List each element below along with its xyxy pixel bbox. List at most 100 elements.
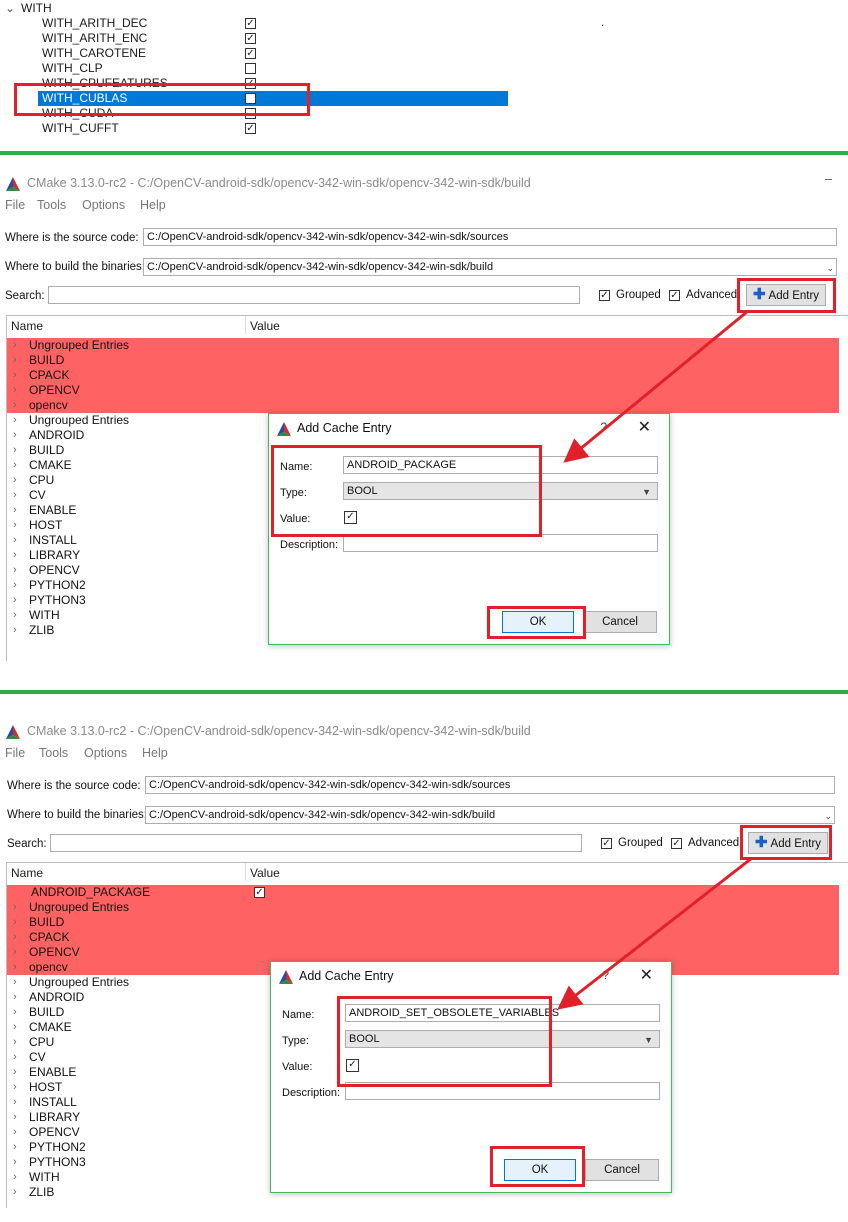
chevron-right-icon[interactable]: › xyxy=(13,1050,17,1065)
chevron-right-icon[interactable]: › xyxy=(13,1035,17,1050)
ok-button[interactable]: OK xyxy=(502,611,574,633)
menu-help[interactable]: Help xyxy=(140,198,166,212)
chevron-right-icon[interactable]: › xyxy=(13,1185,17,1200)
chevron-right-icon[interactable]: › xyxy=(13,518,17,533)
list-item[interactable]: WITH_ARITH_ENC ✓ xyxy=(0,31,508,46)
table-row[interactable]: › BUILD xyxy=(7,915,839,930)
list-item[interactable]: WITH_CUBLAS xyxy=(38,91,508,106)
new-entry-checkbox[interactable]: ✓ xyxy=(254,887,265,898)
list-item[interactable]: WITH_CLP xyxy=(0,61,508,76)
chevron-right-icon[interactable]: › xyxy=(13,338,17,353)
chevron-right-icon[interactable]: › xyxy=(13,473,17,488)
list-item-checkbox[interactable]: ✓ xyxy=(245,123,256,134)
value-checkbox[interactable]: ✓ xyxy=(344,511,357,524)
chevron-right-icon[interactable]: › xyxy=(13,353,17,368)
chevron-right-icon[interactable]: › xyxy=(13,383,17,398)
chevron-right-icon[interactable]: › xyxy=(13,1155,17,1170)
description-field[interactable] xyxy=(343,534,658,552)
chevron-right-icon[interactable]: › xyxy=(13,1110,17,1125)
list-item-checkbox[interactable]: ✓ xyxy=(245,33,256,44)
help-button[interactable]: ? xyxy=(600,420,607,434)
list-item[interactable]: WITH_CPUFEATURES ✓ xyxy=(0,76,508,91)
table-row[interactable]: › BUILD xyxy=(7,353,839,368)
chevron-right-icon[interactable]: › xyxy=(13,398,17,413)
list-item-checkbox[interactable] xyxy=(245,93,256,104)
ok-button[interactable]: OK xyxy=(504,1159,576,1181)
menu-tools[interactable]: Tools xyxy=(37,198,66,212)
table-row[interactable]: › opencv xyxy=(7,398,839,413)
advanced-checkbox[interactable]: ✓ xyxy=(669,290,680,301)
chevron-right-icon[interactable]: › xyxy=(13,563,17,578)
value-checkbox[interactable]: ✓ xyxy=(346,1059,359,1072)
chevron-right-icon[interactable]: › xyxy=(13,1170,17,1185)
chevron-right-icon[interactable]: › xyxy=(13,900,17,915)
list-item-checkbox[interactable]: ✓ xyxy=(245,18,256,29)
chevron-right-icon[interactable]: › xyxy=(13,548,17,563)
table-row[interactable]: › CPACK xyxy=(7,368,839,383)
minimize-button[interactable]: – xyxy=(825,172,832,186)
chevron-right-icon[interactable]: › xyxy=(13,1125,17,1140)
table-row[interactable]: › OPENCV xyxy=(7,945,839,960)
cancel-button[interactable]: Cancel xyxy=(585,1159,659,1181)
chevron-right-icon[interactable]: › xyxy=(13,593,17,608)
chevron-right-icon[interactable]: › xyxy=(13,503,17,518)
list-item[interactable]: WITH_CAROTENE ✓ xyxy=(0,46,508,61)
source-field[interactable]: C:/OpenCV-android-sdk/opencv-342-win-sdk… xyxy=(145,776,835,794)
menu-file[interactable]: File xyxy=(5,198,25,212)
add-entry-button[interactable]: ✚ Add Entry xyxy=(748,832,828,854)
menu-help[interactable]: Help xyxy=(142,746,168,760)
list-item-checkbox[interactable]: ✓ xyxy=(245,78,256,89)
chevron-right-icon[interactable]: › xyxy=(13,533,17,548)
chevron-right-icon[interactable]: › xyxy=(13,1140,17,1155)
type-combo[interactable]: BOOL ▼ xyxy=(345,1030,660,1048)
source-field[interactable]: C:/OpenCV-android-sdk/opencv-342-win-sdk… xyxy=(143,228,837,246)
menu-options[interactable]: Options xyxy=(82,198,125,212)
list-item[interactable]: WITH_CUFFT ✓ xyxy=(0,121,508,136)
chevron-right-icon[interactable]: › xyxy=(13,960,17,975)
chevron-right-icon[interactable]: › xyxy=(13,1095,17,1110)
list-item-checkbox[interactable] xyxy=(245,63,256,74)
search-input[interactable] xyxy=(50,834,582,852)
list-item-checkbox[interactable]: ✓ xyxy=(245,48,256,59)
chevron-right-icon[interactable]: › xyxy=(13,458,17,473)
list-item-checkbox[interactable] xyxy=(245,108,256,119)
chevron-right-icon[interactable]: › xyxy=(13,578,17,593)
close-icon[interactable]: ✕ xyxy=(640,965,653,985)
add-entry-button[interactable]: ✚ Add Entry xyxy=(746,284,826,306)
chevron-right-icon[interactable]: › xyxy=(13,990,17,1005)
build-combo[interactable]: C:/OpenCV-android-sdk/opencv-342-win-sdk… xyxy=(143,258,837,276)
description-field[interactable] xyxy=(345,1082,660,1100)
chevron-right-icon[interactable]: › xyxy=(13,1005,17,1020)
menu-tools[interactable]: Tools xyxy=(39,746,68,760)
chevron-right-icon[interactable]: › xyxy=(13,623,17,638)
chevron-right-icon[interactable]: › xyxy=(13,413,17,428)
chevron-right-icon[interactable]: › xyxy=(13,488,17,503)
chevron-right-icon[interactable]: › xyxy=(13,428,17,443)
grouped-checkbox[interactable]: ✓ xyxy=(599,290,610,301)
name-field[interactable]: ANDROID_PACKAGE xyxy=(343,456,658,474)
chevron-right-icon[interactable]: › xyxy=(13,1065,17,1080)
chevron-right-icon[interactable]: › xyxy=(13,930,17,945)
build-combo[interactable]: C:/OpenCV-android-sdk/opencv-342-win-sdk… xyxy=(145,806,835,824)
menu-file[interactable]: File xyxy=(5,746,25,760)
chevron-right-icon[interactable]: › xyxy=(13,608,17,623)
close-icon[interactable]: ✕ xyxy=(638,417,651,437)
search-input[interactable] xyxy=(48,286,580,304)
grouped-checkbox[interactable]: ✓ xyxy=(601,838,612,849)
cancel-button[interactable]: Cancel xyxy=(583,611,657,633)
type-combo[interactable]: BOOL ▼ xyxy=(343,482,658,500)
list-item[interactable]: WITH_ARITH_DEC ✓ xyxy=(0,16,508,31)
table-row[interactable]: › Ungrouped Entries xyxy=(7,338,839,353)
chevron-right-icon[interactable]: › xyxy=(13,945,17,960)
table-row[interactable]: › OPENCV xyxy=(7,383,839,398)
table-row[interactable]: › Ungrouped Entries xyxy=(7,900,839,915)
chevron-right-icon[interactable]: › xyxy=(13,1020,17,1035)
chevron-right-icon[interactable]: › xyxy=(13,915,17,930)
chevron-right-icon[interactable]: › xyxy=(13,975,17,990)
name-field[interactable]: ANDROID_SET_OBSOLETE_VARIABLES xyxy=(345,1004,660,1022)
new-entry-row[interactable]: ANDROID_PACKAGE ✓ xyxy=(7,885,839,900)
chevron-right-icon[interactable]: › xyxy=(13,1080,17,1095)
chevron-right-icon[interactable]: › xyxy=(13,443,17,458)
menu-options[interactable]: Options xyxy=(84,746,127,760)
advanced-checkbox[interactable]: ✓ xyxy=(671,838,682,849)
